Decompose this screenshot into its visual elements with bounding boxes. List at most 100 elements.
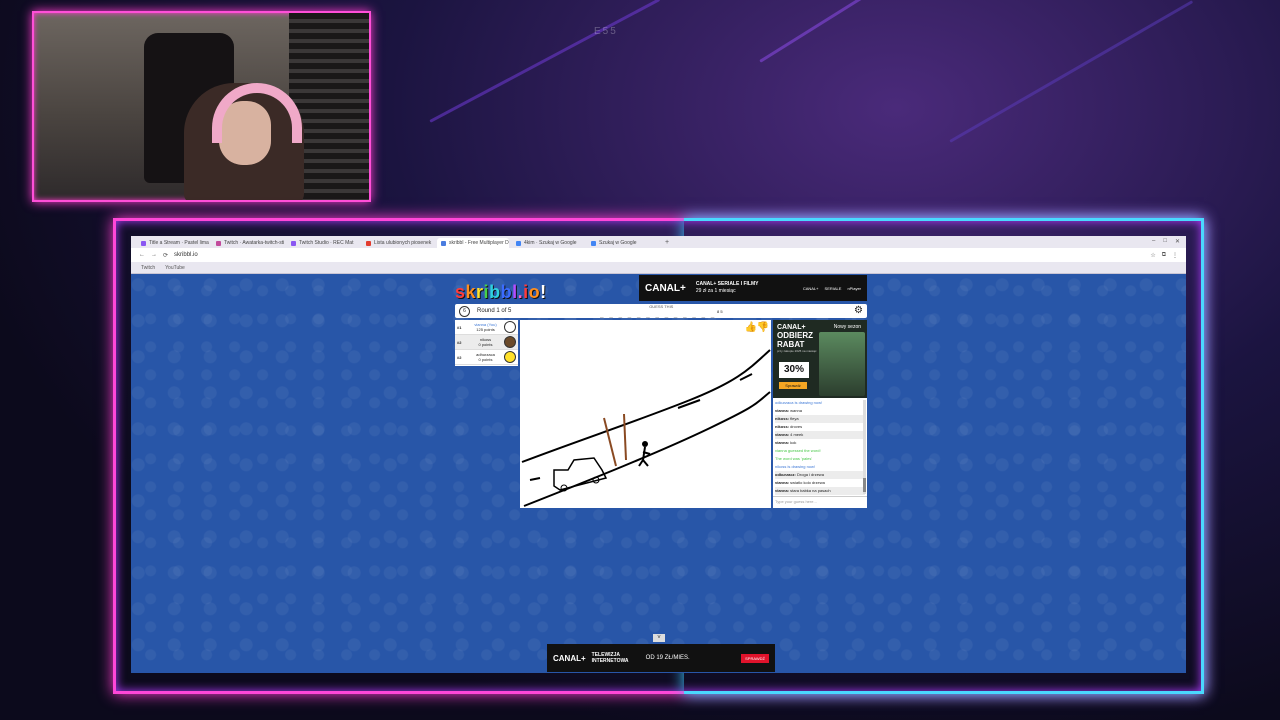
bookmarks-bar: Twitch YouTube [131,262,1186,273]
tab-label: Szukaj w Google [599,240,637,246]
chat-messages: odkurzaca is drawing now! vianna: wanna ni… [773,398,867,496]
word-pattern: _ _ _ _ _ _ _ _ _ _ _ _ _ [600,311,716,318]
ad-side-button[interactable]: Sprawdź [779,382,807,389]
thumbs-up-icon[interactable]: 👍 [745,322,757,333]
new-tab-button[interactable]: + [662,238,669,248]
forward-icon[interactable]: → [151,252,157,258]
address-bar-row: ← → ⟳ skribbl.io ☆ ⧉ ⋮ [131,248,1186,262]
ad-side-tag: Nowy sezon [833,324,861,330]
ad-side-image [819,332,865,396]
chat-username: vianna: [775,408,790,413]
tab-favicon-icon [591,240,596,246]
back-icon[interactable]: ← [139,252,145,258]
chat-input[interactable]: Type your guess here... [773,496,867,506]
chat-message: nikoss: fleya [775,415,865,423]
chat-message: vianna: swiatlo kolo drzewa [775,479,865,487]
ad-banner-top[interactable]: CANAL+ CANAL+ SERIALE I FILMY 29 zł za 1… [639,275,867,301]
tab-strip: Title a Stream · Pastel lima al Twitch · … [131,236,1186,248]
chat-text: kok [789,440,797,445]
chat-message: The word was 'pales' [775,455,865,463]
player-row[interactable]: #1 vianna (You) 125 points [455,320,518,335]
player-points: 0 points [478,342,493,347]
chat-message: vianna guessed the word! [775,447,865,455]
chat-message: nikoss is drawing now! [775,463,865,471]
window-controls: – □ ✕ [1152,238,1180,245]
minimize-icon[interactable]: – [1152,238,1155,245]
tab-favicon-icon [291,240,296,246]
round-indicator: Round 1 of 5 [477,308,512,314]
stream-label: E55 [594,26,618,37]
bookmark-item[interactable]: Twitch [141,265,155,271]
chat-username: vianna: [775,432,790,437]
extensions-icon[interactable]: ⧉ [1162,252,1166,259]
chat-message: vianna: stara babka na pasach [775,487,865,495]
chat-username: vianna: [775,440,790,445]
player-rank: #2 [457,339,462,345]
tab-favicon-icon [141,240,146,246]
tab-label: Title a Stream · Pastel lima al [149,240,209,246]
address-bar[interactable]: skribbl.io [174,252,1144,258]
avatar [504,321,516,333]
ad-top-subtitle: 29 zł za 1 miesiąc [695,288,736,294]
bookmark-star-icon[interactable]: ☆ [1150,252,1155,259]
thumbs-down-icon[interactable]: 👎 [757,322,769,333]
chat-username: vianna: [775,480,790,485]
chat-text: stara babka na pasach [789,488,831,493]
tab-label: Twitch Studio · REC Mat [299,240,354,246]
reload-icon[interactable]: ⟳ [163,252,168,259]
ad-top-title: CANAL+ SERIALE I FILMY [695,281,759,287]
tab-label: Lista ulubionych piosenek [374,240,432,246]
chat-text: Droga i drzewa [795,472,824,477]
bookmark-item[interactable]: YouTube [165,265,185,271]
browser-tab[interactable]: Title a Stream · Pastel lima al [137,238,209,248]
chat-panel: odkurzaca is drawing now! vianna: wanna ni… [773,398,867,508]
word-hint: GUESS THIS _ _ _ _ _ _ _ _ _ _ _ _ _ 8 5 [600,304,723,318]
webcam-feed [32,11,371,202]
player-rank: #2 [457,354,462,360]
chat-message: vianna: wanna [775,407,865,415]
timer-clock-icon: 6 [459,305,470,317]
chat-scrollbar[interactable] [863,400,866,494]
skribbl-logo[interactable]: skribbl.io! [455,282,547,303]
ad-collapse-button[interactable]: ˅ [653,634,665,642]
browser-tab[interactable]: 4kim · Szukaj w Google [512,238,584,248]
browser-tab[interactable]: Twitch · Awatarka-twitch-sti-6 [212,238,284,248]
avatar [504,336,516,348]
menu-icon[interactable]: ⋮ [1172,252,1178,259]
browser-window: Title a Stream · Pastel lima al Twitch · … [131,236,1186,673]
browser-tab[interactable]: Szukaj w Google [587,238,659,248]
chat-message: nikoss: droves [775,423,865,431]
tab-label: 4kim · Szukaj w Google [524,240,577,246]
chat-username: odkurzacz: [775,472,796,477]
ad-bottom-cta[interactable]: SPRAWDŹ [741,653,769,663]
chat-text: swiatlo kolo drzewa [789,480,825,485]
chat-text: fleya [789,416,799,421]
player-list: #1 vianna (You) 125 points #2 nikoss 0 points… [455,320,518,366]
tab-favicon-icon [516,240,521,246]
maximize-icon[interactable]: □ [1163,238,1167,245]
chat-message: vianna: 4 meek [775,431,865,439]
player-points: 125 points [476,327,495,332]
gear-icon[interactable]: ⚙ [854,306,863,316]
player-row[interactable]: #2 adhurzaca 0 points [455,350,518,365]
ad-side-percent: 30% [779,362,809,378]
chat-message: odkurzaca is drawing now! [775,399,865,407]
browser-tab[interactable]: skribbl - Free Multiplayer D [437,238,509,248]
tab-label: skribbl - Free Multiplayer D [449,240,509,246]
chat-username: vianna: [775,488,790,493]
ad-banner-bottom[interactable]: CANAL+ TELEWIZJA INTERNETOWA OD 19 ZŁ/MI… [547,644,775,672]
game-header: 6 Round 1 of 5 GUESS THIS _ _ _ _ _ _ _ … [455,304,867,318]
browser-tab[interactable]: Lista ulubionych piosenek [362,238,434,248]
drawing-canvas[interactable]: 👍 👎 [520,320,771,508]
tab-favicon-icon [216,240,221,246]
chat-text: The word was 'pales' [775,456,813,461]
chat-text: nikoss is drawing now! [775,464,816,469]
browser-tab[interactable]: Twitch Studio · REC Mat [287,238,359,248]
close-icon[interactable]: ✕ [1175,238,1180,245]
chat-text: vianna guessed the word! [775,448,821,453]
ad-banner-side[interactable]: CANAL+ ODBIERZ RABAT przy zakupie 2025 n… [773,320,867,398]
word-count: 8 5 [716,309,723,314]
player-row[interactable]: #2 nikoss 0 points [455,335,518,350]
ad-channel-logos: CANAL+ SERIALE nPlayer [802,285,861,291]
tab-favicon-icon [366,240,371,246]
